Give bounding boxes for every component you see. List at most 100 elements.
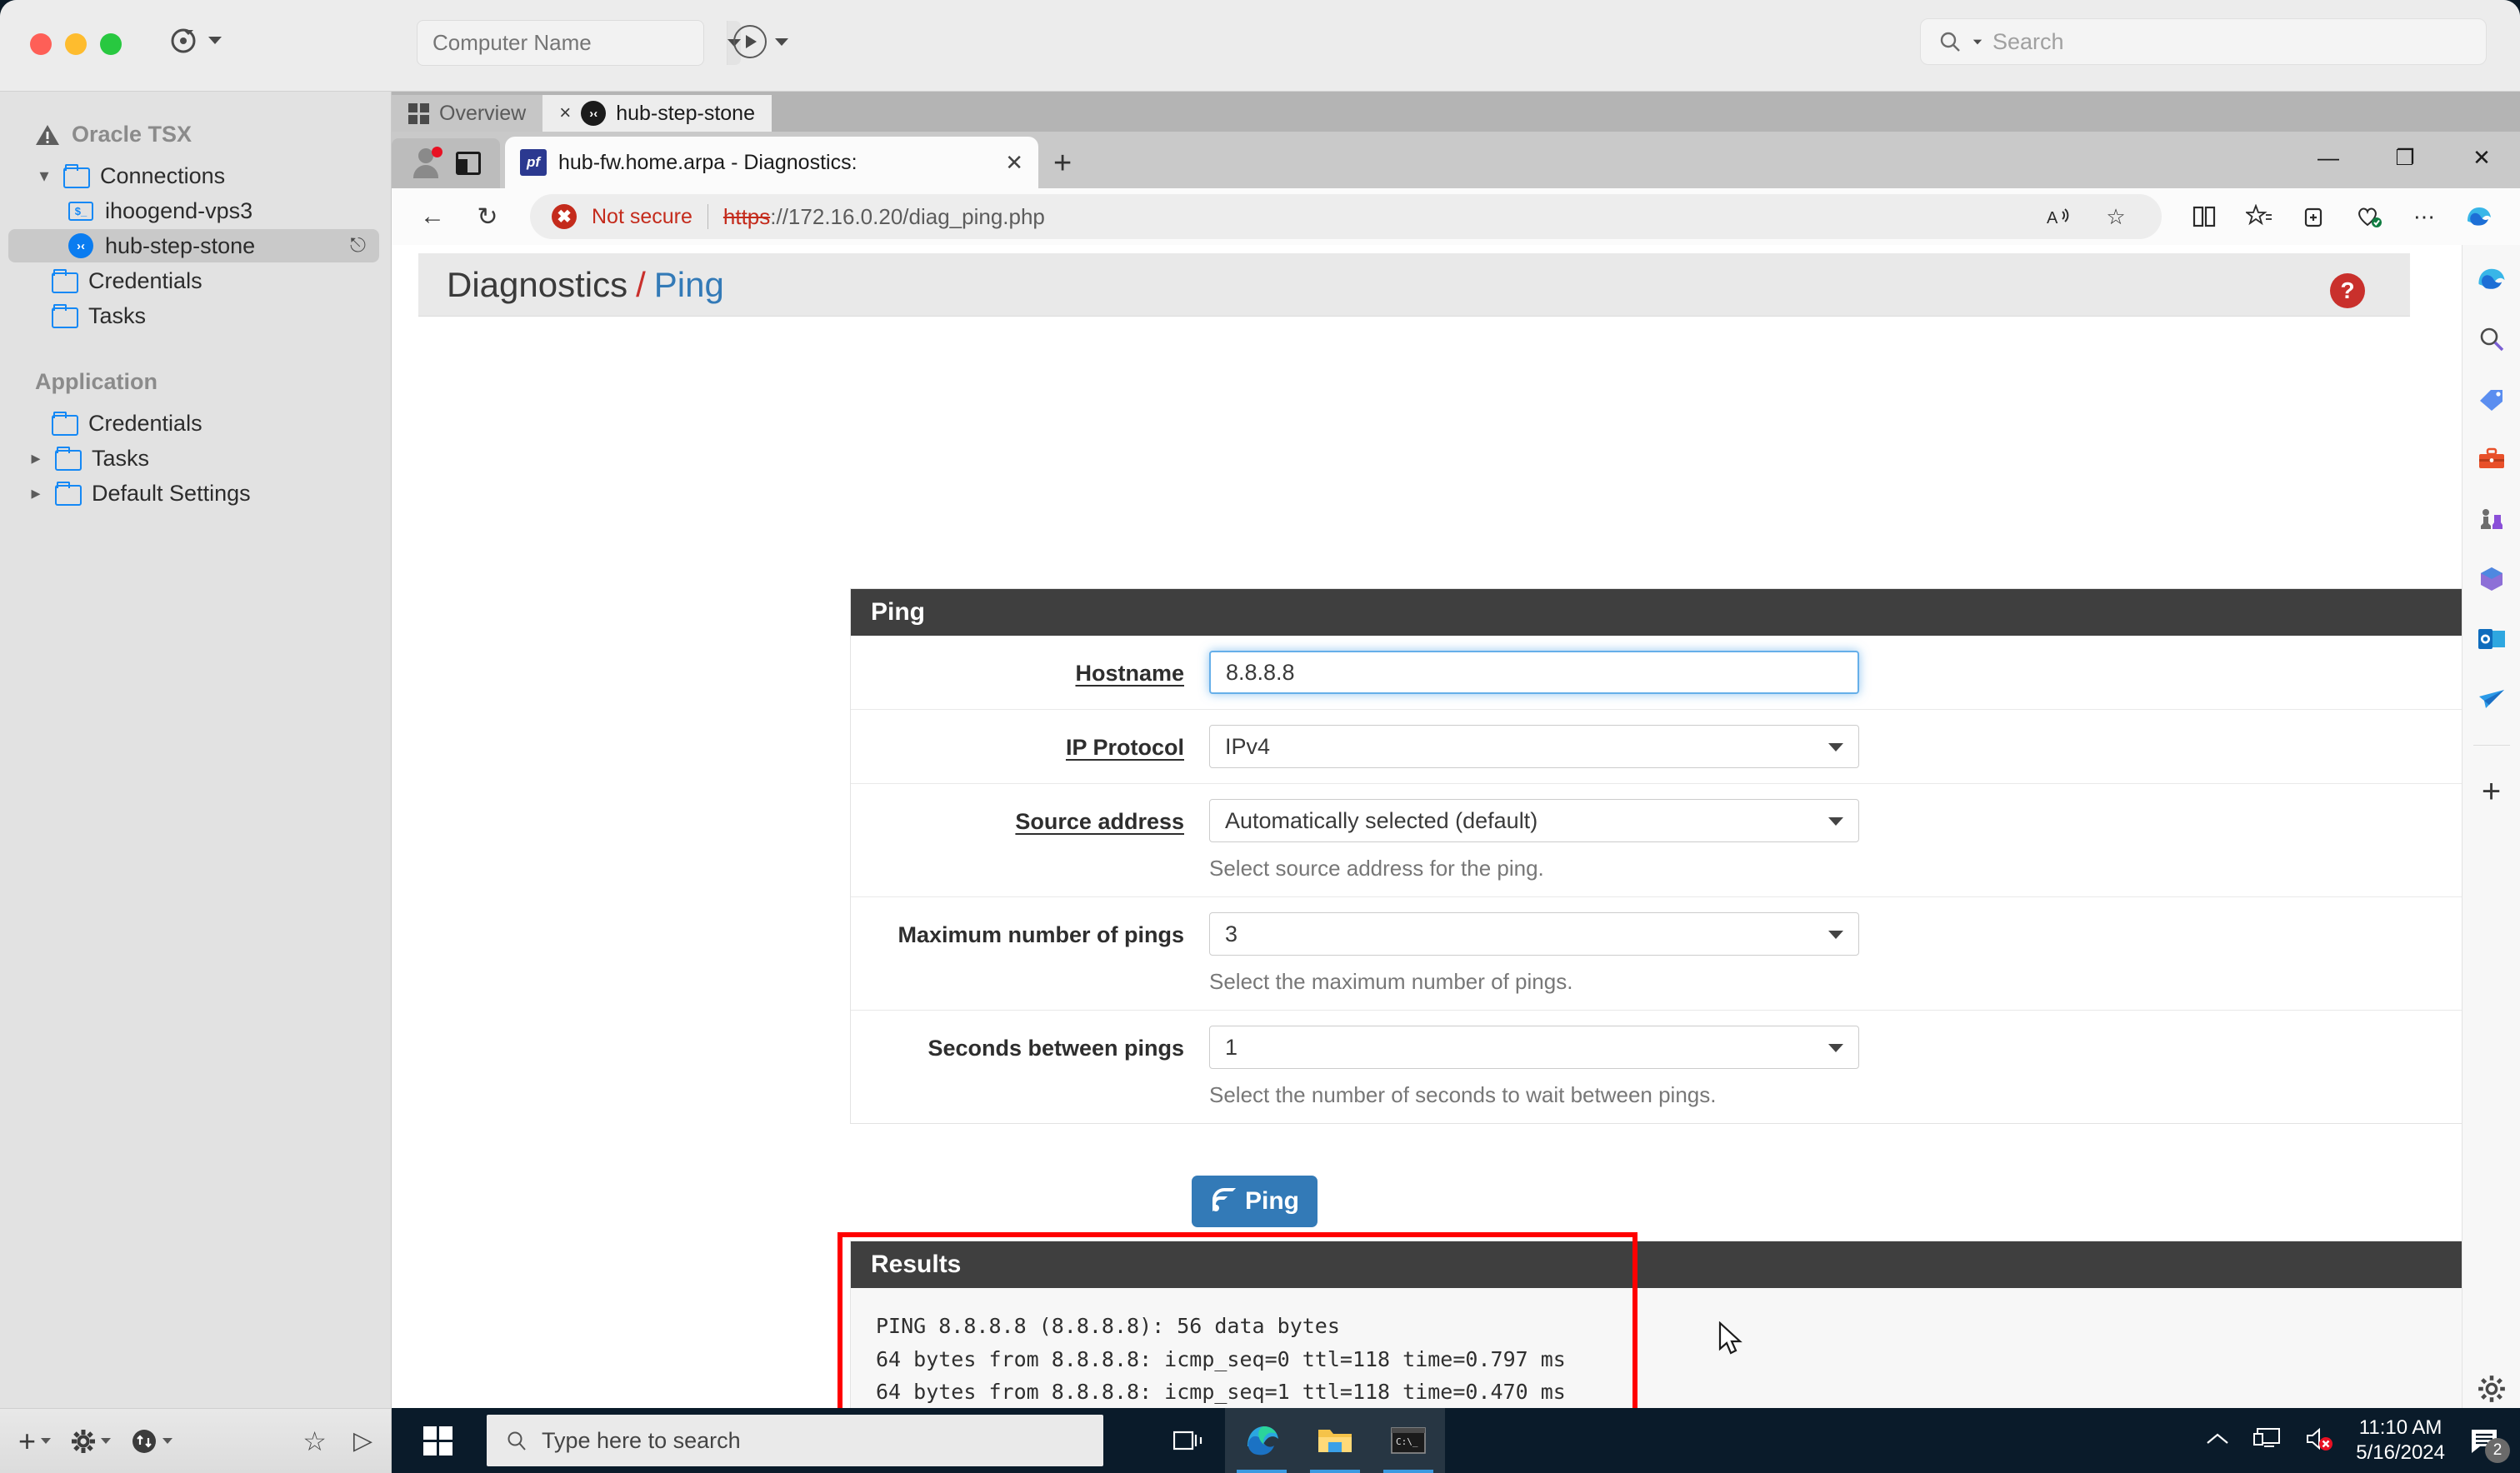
taskbar-file-explorer-button[interactable] [1298, 1408, 1372, 1473]
volume-muted-icon [2304, 1426, 2334, 1451]
copilot-icon[interactable] [2455, 194, 2503, 239]
settings-gear-icon[interactable] [2472, 1370, 2511, 1408]
help-icon[interactable]: ? [2330, 273, 2365, 308]
page-scroll-area: Diagnostics/Ping ? Ping Hostname [392, 245, 2462, 1433]
source-address-value: Automatically selected (default) [1225, 808, 1538, 834]
window-traffic-lights[interactable] [30, 33, 122, 55]
close-icon[interactable]: × [559, 102, 571, 125]
task-view-button[interactable] [1152, 1408, 1225, 1473]
close-window-button[interactable] [30, 33, 52, 55]
edge-profile-button[interactable] [392, 138, 500, 188]
zoom-window-button[interactable] [100, 33, 122, 55]
sidebar-item-label: Tasks [88, 303, 146, 329]
collections-icon[interactable] [2290, 194, 2338, 239]
session-tab-overview[interactable]: Overview [392, 95, 542, 132]
new-tab-button[interactable]: + [1053, 146, 1072, 182]
chevron-down-icon[interactable] [208, 37, 222, 44]
chevron-down-icon[interactable] [775, 38, 788, 46]
chevron-down-icon [1828, 931, 1843, 939]
browser-tab[interactable]: pf hub-fw.home.arpa - Diagnostics: ✕ [505, 137, 1038, 188]
eject-icon[interactable]: ⎋ [350, 234, 366, 257]
maximize-button[interactable]: ❐ [2367, 132, 2443, 183]
search-field[interactable]: Search [1920, 18, 2487, 65]
games-icon[interactable] [2472, 500, 2511, 538]
tab-actions-icon[interactable] [456, 152, 481, 175]
seconds-between-select[interactable]: 1 [1209, 1026, 1859, 1069]
add-favorite-icon[interactable]: ☆ [2092, 194, 2140, 239]
task-view-icon [1173, 1428, 1203, 1453]
send-plane-icon[interactable] [2472, 680, 2511, 718]
folder-icon [55, 483, 80, 503]
minimize-window-button[interactable] [65, 33, 87, 55]
sidebar-item-label: Default Settings [92, 481, 251, 507]
hostname-input[interactable] [1209, 651, 1859, 694]
not-secure-icon[interactable]: ✖ [552, 204, 577, 229]
add-icon[interactable]: + [2472, 772, 2511, 811]
taskbar-search-box[interactable]: Type here to search [487, 1415, 1103, 1466]
sidebar-item-credentials-connections[interactable]: Credentials [8, 264, 379, 297]
chevron-down-icon[interactable] [1973, 39, 1982, 44]
ellipsis-icon[interactable]: ⋯ [2400, 194, 2448, 239]
sidebar-item-connections[interactable]: ▾ Connections [8, 159, 379, 192]
taskbar-terminal-button[interactable]: C:\_ [1372, 1408, 1445, 1473]
source-address-select[interactable]: Automatically selected (default) [1209, 799, 1859, 842]
chevron-right-icon[interactable]: ▸ [28, 447, 43, 469]
edge-browser-window: pf hub-fw.home.arpa - Diagnostics: ✕ + —… [392, 132, 2520, 1433]
computer-name-input[interactable] [418, 21, 727, 65]
chevron-down-icon[interactable]: ▾ [37, 165, 52, 187]
read-aloud-icon[interactable]: A [2035, 194, 2083, 239]
ssh-icon: ›‹ [581, 101, 606, 126]
taskbar-search-placeholder: Type here to search [542, 1428, 741, 1454]
transfer-button[interactable] [131, 1428, 172, 1455]
rss-signal-icon [1210, 1189, 1235, 1214]
refresh-control[interactable] [167, 23, 222, 57]
star-icon[interactable]: ☆ [302, 1426, 327, 1457]
browser-essentials-icon[interactable] [2345, 194, 2393, 239]
connect-control[interactable] [733, 25, 788, 58]
outlook-icon[interactable] [2472, 620, 2511, 658]
chevron-right-icon[interactable]: ▸ [28, 482, 43, 504]
sidebar-item-tasks-connections[interactable]: Tasks [8, 299, 379, 332]
chevron-down-icon [101, 1438, 111, 1444]
favorites-icon[interactable] [2235, 194, 2283, 239]
volume-button[interactable] [2304, 1426, 2334, 1456]
network-status-button[interactable] [2252, 1426, 2282, 1456]
ip-protocol-select[interactable]: IPv4 [1209, 725, 1859, 768]
refresh-button[interactable]: ↻ [463, 194, 512, 239]
add-button[interactable]: + [18, 1429, 51, 1454]
ping-submit-button[interactable]: Ping [1192, 1176, 1318, 1227]
connect-play-icon[interactable] [733, 25, 767, 58]
split-screen-icon[interactable] [2180, 194, 2228, 239]
browser-tab-title: hub-fw.home.arpa - Diagnostics: [558, 151, 993, 175]
session-tab-hub-step-stone[interactable]: × ›‹ hub-step-stone [542, 95, 772, 132]
shopping-tag-icon[interactable] [2472, 380, 2511, 418]
sidebar-item-label: Connections [100, 163, 225, 189]
office-icon[interactable] [2472, 560, 2511, 598]
show-hidden-icons-button[interactable] [2204, 1430, 2231, 1452]
sidebar-item-label: hub-step-stone [105, 233, 255, 259]
settings-button[interactable] [71, 1429, 111, 1454]
clock[interactable]: 11:10 AM 5/16/2024 [2356, 1416, 2445, 1466]
play-icon[interactable]: ▷ [353, 1426, 372, 1456]
close-button[interactable]: ✕ [2443, 132, 2520, 183]
profile-avatar-icon[interactable] [411, 148, 441, 178]
sidebar-item-ihoogend-vps3[interactable]: $_ ihoogend-vps3 [8, 194, 379, 227]
sidebar-item-tasks-application[interactable]: ▸ Tasks [8, 442, 379, 475]
back-button[interactable]: ← [408, 194, 457, 239]
computer-name-combo[interactable] [417, 20, 704, 66]
start-button[interactable] [392, 1408, 483, 1473]
max-pings-select[interactable]: 3 [1209, 912, 1859, 956]
minimize-button[interactable]: — [2290, 132, 2367, 183]
sidebar-item-credentials-application[interactable]: Credentials [8, 407, 379, 440]
sidebar-item-label: ihoogend-vps3 [105, 198, 252, 224]
close-tab-icon[interactable]: ✕ [1005, 150, 1023, 176]
address-bar[interactable]: ✖ Not secure https://172.16.0.20/diag_pi… [530, 194, 2162, 239]
notification-center-button[interactable]: 2 [2467, 1421, 2505, 1460]
copilot-icon[interactable] [2472, 260, 2511, 298]
sidebar-item-default-settings[interactable]: ▸ Default Settings [8, 477, 379, 510]
sidebar-item-hub-step-stone[interactable]: ›‹ hub-step-stone ⎋ [8, 229, 379, 262]
taskbar-edge-button[interactable] [1225, 1408, 1298, 1473]
breadcrumb-parent[interactable]: Diagnostics [447, 265, 628, 304]
tools-icon[interactable] [2472, 440, 2511, 478]
search-icon[interactable] [2472, 320, 2511, 358]
